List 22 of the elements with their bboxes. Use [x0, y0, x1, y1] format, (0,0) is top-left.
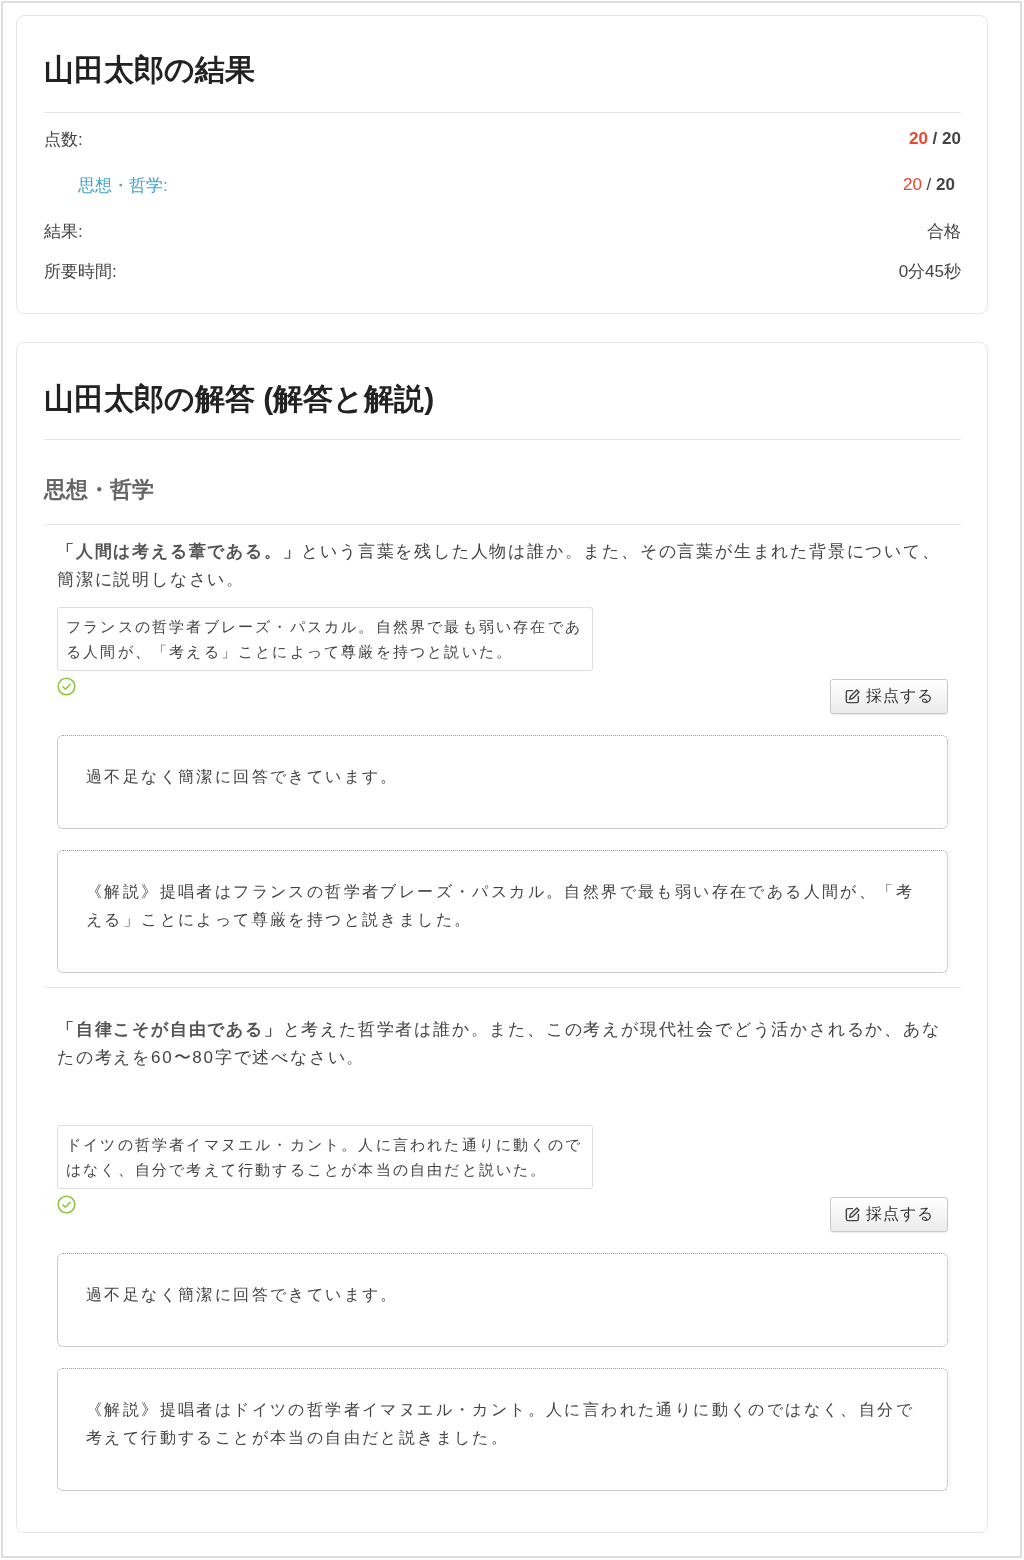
edit-icon: [844, 688, 861, 705]
explanation-text: 《解説》提唱者はフランスの哲学者ブレーズ・パスカル。自然界で最も弱い存在である人間が、「考える」ことによって尊厳を持つと説きました。: [86, 882, 915, 930]
feedback-text: 過不足なく簡潔に回答できています。: [86, 1285, 400, 1305]
grade-button[interactable]: 採点する: [830, 679, 948, 714]
result-value: 合格: [927, 220, 961, 243]
feedback-text: 過不足なく簡潔に回答できています。: [86, 767, 400, 787]
section-score-value: 20 / 20: [902, 175, 955, 195]
result-label: 所要時間:: [44, 260, 117, 283]
result-value: 0分45秒: [898, 260, 961, 283]
score-value: 20 / 20: [908, 129, 961, 149]
answers-title: 山田太郎の解答 (解答と解説): [44, 381, 435, 417]
answer-box: ドイツの哲学者イマヌエル・カント。人に言われた通りに動くのではなく、自分で考えて行動することが本当の自由だと説いた。: [57, 1125, 593, 1189]
edit-icon: [844, 1206, 861, 1223]
score-label: 点数:: [44, 128, 83, 151]
question-text: 「自律こそが自由である」と考えた哲学者は誰か。また、この考えが現代社会でどう活かされるか、あなたの考えを60〜80字で述べなさい。: [57, 1019, 942, 1069]
answer-box: フランスの哲学者ブレーズ・パスカル。自然界で最も弱い存在である人間が、「考える」ことによって尊厳を持つと説いた。: [57, 607, 593, 671]
question-text: 「人間は考える葦である。」という言葉を残した人物は誰か。また、その言葉が生まれた背景について、簡潔に説明しなさい。: [57, 541, 942, 591]
results-title: 山田太郎の結果: [44, 52, 255, 88]
explanation-text: 《解説》提唱者はドイツの哲学者イマヌエル・カント。人に言われた通りに動くのではなく、自分で考えて行動することが本当の自由だと説きました。: [86, 1400, 915, 1448]
grade-button[interactable]: 採点する: [830, 1197, 948, 1232]
result-label: 結果:: [44, 220, 83, 243]
section-heading: 思想・哲学: [44, 476, 154, 504]
